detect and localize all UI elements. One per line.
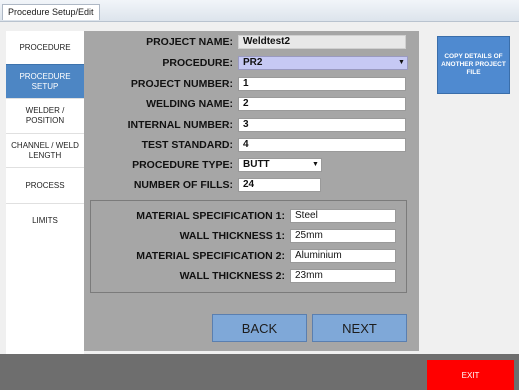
procedure-value: PR2 [243,57,263,68]
welding-name-label: WELDING NAME: [146,98,233,110]
number-of-fills-label: NUMBER OF FILLS: [133,179,233,191]
project-name-field: Weldtest2 [238,35,406,49]
wall-thickness-2-field[interactable]: 23mm [290,269,396,283]
procedure-type-select[interactable]: BUTT [238,158,322,172]
project-number-label: PROJECT NUMBER: [130,78,233,90]
sidebar-nav: PROCEDURE PROCEDURE SETUP WELDER / POSIT… [6,31,84,354]
sidebar-item-process[interactable]: PROCESS [6,167,84,203]
number-of-fills-field[interactable]: 24 [238,178,321,192]
sidebar-item-procedure-setup[interactable]: PROCEDURE SETUP [6,64,84,98]
wall-thickness-2-label: WALL THICKNESS 2: [179,270,285,282]
test-standard-label: TEST STANDARD: [141,139,233,151]
project-number-field[interactable]: 1 [238,77,406,91]
sidebar-item-welder-position[interactable]: WELDER / POSITION [6,98,84,133]
copy-details-button[interactable]: COPY DETAILS OF ANOTHER PROJECT FILE [437,36,510,94]
material-spec-2-label: MATERIAL SPECIFICATION 2: [136,250,285,262]
exit-button[interactable]: EXIT [427,360,514,390]
welding-name-field[interactable]: 2 [238,97,406,111]
sidebar-item-procedure[interactable]: PROCEDURE [6,31,84,64]
chevron-down-icon[interactable]: ▼ [312,159,319,171]
test-standard-field[interactable]: 4 [238,138,406,152]
procedure-select[interactable]: PR2 [238,56,408,70]
wall-thickness-1-label: WALL THICKNESS 1: [179,230,285,242]
next-button[interactable]: NEXT [312,314,407,342]
material-spec-2-field[interactable]: Aluminium [290,249,396,263]
back-button[interactable]: BACK [212,314,307,342]
sidebar-item-limits[interactable]: LIMITS [6,203,84,237]
wall-thickness-1-field[interactable]: 25mm [290,229,396,243]
material-spec-1-field[interactable]: Steel [290,209,396,223]
procedure-type-value: BUTT [243,159,270,170]
material-spec-1-label: MATERIAL SPECIFICATION 1: [136,210,285,222]
chevron-down-icon[interactable]: ▼ [398,57,405,69]
procedure-label: PROCEDURE: [162,57,233,69]
internal-number-label: INTERNAL NUMBER: [127,119,233,131]
project-name-label: PROJECT NAME: [146,36,233,48]
internal-number-field[interactable]: 3 [238,118,406,132]
window-title-tab: Procedure Setup/Edit [2,4,100,20]
procedure-type-label: PROCEDURE TYPE: [132,159,233,171]
sidebar-item-channel-weld-length[interactable]: CHANNEL / WELD LENGTH [6,133,84,167]
window-titlebar: Procedure Setup/Edit [0,0,519,22]
